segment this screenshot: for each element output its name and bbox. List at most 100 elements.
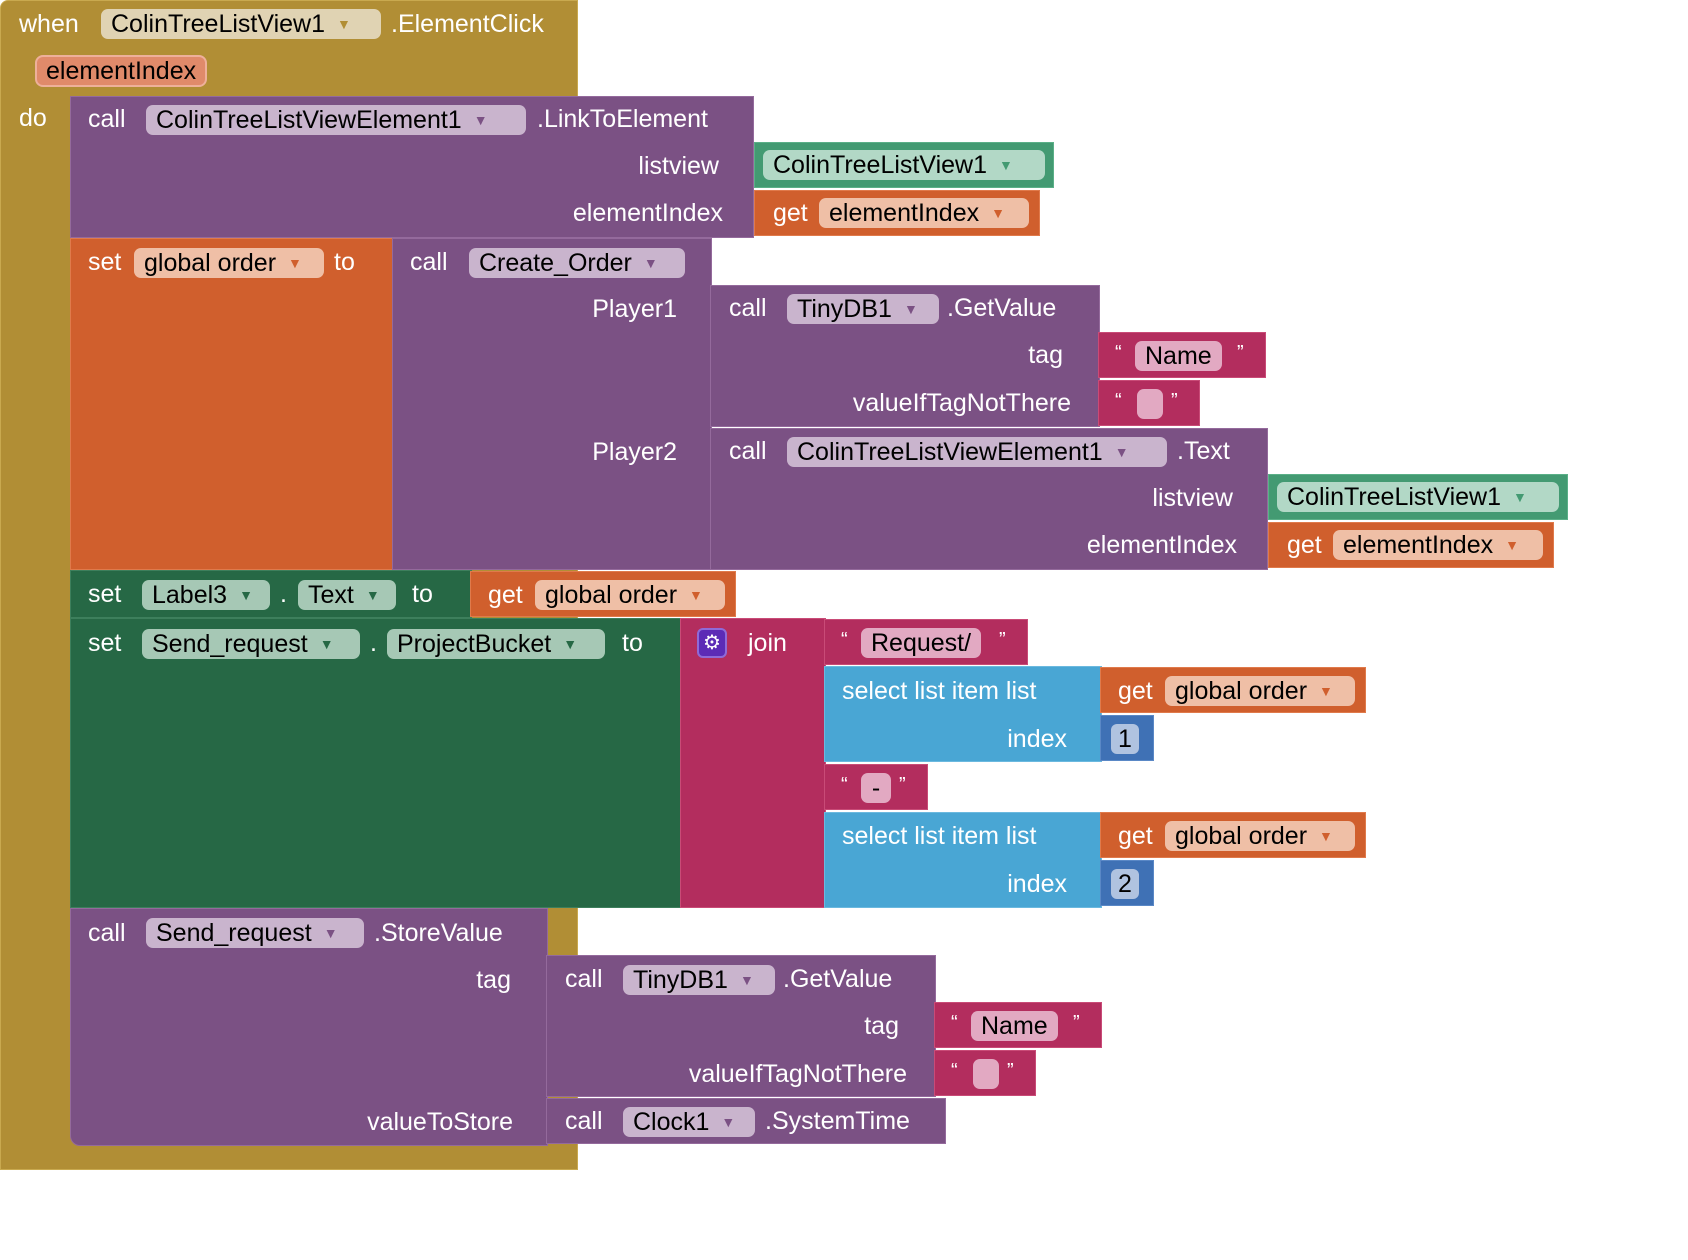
text-value[interactable]: Name (971, 1011, 1058, 1041)
variable-dropdown[interactable]: global order ▼ (1165, 676, 1355, 706)
number-block-2[interactable]: 2 (1100, 860, 1154, 906)
get-global-order-block[interactable]: get global order ▼ (470, 571, 736, 617)
text-value[interactable] (973, 1059, 999, 1089)
index-label: index (1007, 870, 1067, 898)
chevron-down-icon: ▼ (643, 255, 658, 271)
get-elementindex-block[interactable]: get elementIndex ▼ (1268, 522, 1554, 568)
get-global-order-block[interactable]: get global order ▼ (1100, 667, 1366, 713)
text-block-empty[interactable]: “ ” (1098, 380, 1200, 426)
tag-label: tag (1028, 341, 1063, 369)
component-dropdown[interactable]: ColinTreeListView1 ▼ (1277, 482, 1559, 512)
component-block-listview[interactable]: ColinTreeListView1 ▼ (754, 142, 1054, 188)
call-label: call (88, 105, 126, 133)
call-tinydb-getvalue-block[interactable]: call TinyDB1 ▼ .GetValue tag valueIfTagNo… (710, 285, 1100, 427)
component-dropdown[interactable]: TinyDB1 ▼ (787, 294, 939, 324)
component-dropdown[interactable]: Send_request ▼ (146, 918, 364, 948)
chevron-down-icon: ▼ (319, 636, 334, 652)
procedure-dropdown[interactable]: Create_Order ▼ (469, 248, 685, 278)
dropdown-value: TinyDB1 (797, 295, 892, 323)
gear-icon[interactable]: ⚙ (697, 628, 727, 658)
method-name: .GetValue (783, 965, 893, 993)
dropdown-value: Create_Order (479, 249, 632, 277)
dropdown-value: ColinTreeListViewElement1 (797, 438, 1103, 466)
player2-label: Player2 (592, 438, 677, 466)
text-block-name[interactable]: “ Name ” (1098, 332, 1266, 378)
call-label: call (565, 1107, 603, 1135)
chevron-down-icon: ▼ (337, 16, 351, 32)
text-value[interactable]: - (861, 773, 891, 803)
text-block-request[interactable]: “ Request/ ” (824, 619, 1028, 665)
get-label: get (1118, 677, 1153, 705)
set-projectbucket-block[interactable]: set Send_request ▼ . ProjectBucket ▼ to (70, 618, 682, 908)
method-name: .GetValue (947, 294, 1057, 322)
component-dropdown[interactable]: ColinTreeListViewElement1 ▼ (787, 437, 1167, 467)
call-linktoelement-block[interactable]: call ColinTreeListViewElement1 ▼ .LinkToE… (70, 96, 754, 238)
component-dropdown[interactable]: ColinTreeListViewElement1 ▼ (146, 105, 526, 135)
chevron-down-icon: ▼ (999, 157, 1013, 173)
event-component-dropdown[interactable]: ColinTreeListView1 ▼ (101, 9, 381, 39)
component-dropdown[interactable]: Label3 ▼ (142, 580, 270, 610)
text-block-dash[interactable]: “ - ” (824, 764, 928, 810)
variable-dropdown[interactable]: global order ▼ (535, 580, 725, 610)
component-dropdown[interactable]: TinyDB1 ▼ (623, 965, 775, 995)
call-label: call (729, 294, 767, 322)
dropdown-value: ColinTreeListView1 (1287, 483, 1501, 511)
close-quote: ” (1237, 342, 1244, 364)
to-label: to (412, 580, 433, 608)
call-label: call (565, 965, 603, 993)
call-clock-systemtime-block[interactable]: call Clock1 ▼ .SystemTime (546, 1098, 946, 1144)
text-block-name[interactable]: “ Name ” (934, 1002, 1102, 1048)
call-label: call (88, 919, 126, 947)
arg-elementindex-label: elementIndex (572, 199, 723, 227)
property-dropdown[interactable]: Text ▼ (298, 580, 396, 610)
component-dropdown[interactable]: Clock1 ▼ (623, 1107, 755, 1137)
number-value[interactable]: 2 (1111, 869, 1139, 899)
text-value[interactable]: Request/ (861, 628, 982, 658)
event-name: .ElementClick (391, 10, 544, 38)
variable-dropdown[interactable]: global order ▼ (1165, 821, 1355, 851)
to-label: to (622, 629, 643, 657)
component-block-listview[interactable]: ColinTreeListView1 ▼ (1268, 474, 1568, 520)
variable-dropdown[interactable]: elementIndex ▼ (1333, 530, 1543, 560)
number-value[interactable]: 1 (1111, 724, 1139, 754)
join-label: join (748, 629, 787, 657)
dropdown-value: ColinTreeListView1 (773, 151, 987, 179)
param-elementindex[interactable]: elementIndex (35, 55, 208, 87)
chevron-down-icon: ▼ (1319, 828, 1333, 844)
select-list-item-block-1[interactable]: select list item list index (824, 666, 1102, 762)
text-value[interactable] (1137, 389, 1163, 419)
call-label: call (729, 437, 767, 465)
dropdown-value: global order (144, 249, 277, 277)
component-dropdown[interactable]: Send_request ▼ (142, 629, 360, 659)
do-label: do (19, 104, 47, 132)
chevron-down-icon: ▼ (721, 1114, 736, 1130)
get-label: get (1118, 822, 1153, 850)
get-global-order-block[interactable]: get global order ▼ (1100, 812, 1366, 858)
property-dropdown[interactable]: ProjectBucket ▼ (387, 629, 605, 659)
dropdown-value: Clock1 (633, 1108, 710, 1136)
join-block[interactable]: ⚙ join (680, 618, 826, 908)
dot: . (280, 580, 287, 608)
number-block-1[interactable]: 1 (1100, 715, 1154, 761)
dropdown-value: Text (308, 581, 354, 609)
call-tinydb-getvalue-block[interactable]: call TinyDB1 ▼ .GetValue tag valueIfTagNo… (546, 955, 936, 1097)
variable-dropdown[interactable]: global order ▼ (134, 248, 324, 278)
get-label: get (488, 581, 523, 609)
call-element-text-block[interactable]: call ColinTreeListViewElement1 ▼ .Text li… (710, 428, 1268, 570)
dropdown-value: TinyDB1 (633, 966, 728, 994)
call-create-order-block[interactable]: call Create_Order ▼ Player1 Player2 (392, 238, 712, 570)
dropdown-value: ProjectBucket (397, 630, 552, 658)
set-label3-text-block[interactable]: set Label3 ▼ . Text ▼ to (70, 570, 472, 618)
open-quote: “ (951, 1060, 958, 1082)
chevron-down-icon: ▼ (1114, 444, 1129, 460)
close-quote: ” (899, 774, 906, 796)
text-block-empty[interactable]: “ ” (934, 1050, 1036, 1096)
get-elementindex-block[interactable]: get elementIndex ▼ (754, 190, 1040, 236)
select-list-item-block-2[interactable]: select list item list index (824, 812, 1102, 908)
variable-dropdown[interactable]: elementIndex ▼ (819, 198, 1029, 228)
call-label: call (410, 248, 448, 276)
set-global-order-block[interactable]: set global order ▼ to (70, 238, 394, 570)
component-dropdown[interactable]: ColinTreeListView1 ▼ (763, 150, 1045, 180)
text-value[interactable]: Name (1135, 341, 1222, 371)
call-storevalue-block[interactable]: call Send_request ▼ .StoreValue tag value… (70, 908, 548, 1146)
